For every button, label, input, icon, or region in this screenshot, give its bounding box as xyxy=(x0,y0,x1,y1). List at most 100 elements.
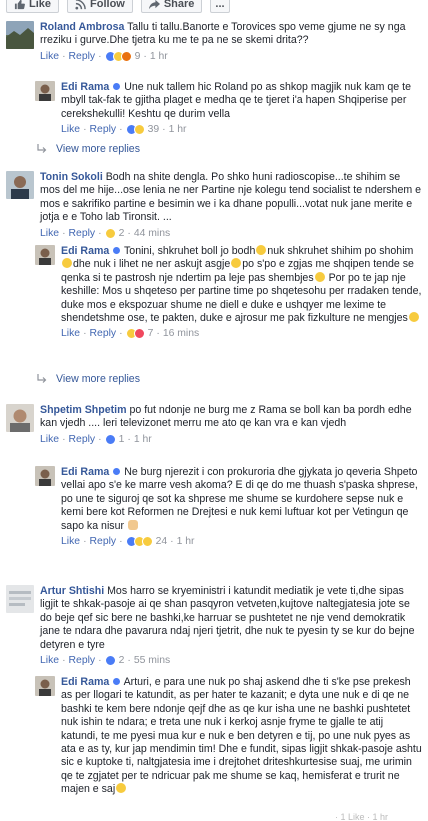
reaction-count: 1 xyxy=(118,433,125,445)
comment-text: Edi Rama Tonini, shkruhet boll jo bodh nu… xyxy=(61,245,422,325)
rss-follow-icon xyxy=(75,0,86,10)
laughing-emoji-icon xyxy=(256,245,267,255)
laughing-emoji-icon xyxy=(62,258,72,269)
laughing-emoji-icon xyxy=(408,312,419,323)
reaction-count: 24 xyxy=(155,536,168,548)
reply-arrow-icon xyxy=(37,144,47,153)
like-link[interactable]: Like xyxy=(40,433,59,446)
comment-author[interactable]: Edi Rama xyxy=(61,676,109,688)
verified-badge-icon xyxy=(112,82,122,91)
reactions[interactable] xyxy=(104,227,116,239)
comment-text: Tonin Sokoli Bodh na shite dengla. Po sh… xyxy=(40,171,422,224)
reply-link[interactable]: Reply xyxy=(90,327,117,340)
share-arrow-icon xyxy=(148,0,160,9)
reaction-count: 2 xyxy=(118,655,125,667)
reply: Edi Rama Arturi, e para une nuk po shaj … xyxy=(35,676,422,797)
avatar[interactable] xyxy=(6,21,34,49)
avatar[interactable] xyxy=(35,676,55,696)
reactions[interactable] xyxy=(125,536,153,548)
comment-author[interactable]: Roland Ambrosa xyxy=(40,21,124,33)
laughing-emoji-icon xyxy=(231,258,242,269)
reaction-count: 2 xyxy=(118,227,125,239)
avatar[interactable] xyxy=(35,245,55,265)
angry-reaction-icon xyxy=(120,50,132,62)
comment-meta: Like · Reply · 9 · 1 hr xyxy=(40,50,168,63)
view-more-replies-link[interactable]: View more replies xyxy=(36,143,140,155)
comment: Tonin Sokoli Bodh na shite dengla. Po sh… xyxy=(6,171,422,240)
like-link[interactable]: Like xyxy=(40,227,59,240)
timestamp[interactable]: 44 mins xyxy=(134,227,170,240)
reactions[interactable] xyxy=(104,433,116,445)
comment-author[interactable]: Edi Rama xyxy=(61,466,109,478)
reactions[interactable] xyxy=(104,655,116,667)
reply-link[interactable]: Reply xyxy=(69,50,96,63)
verified-badge-icon xyxy=(112,467,122,476)
more-options-button[interactable]: ... xyxy=(210,0,230,13)
timestamp[interactable]: 1 hr xyxy=(134,433,152,446)
reaction-count: 9 xyxy=(134,50,141,62)
reply: Edi Rama Tonini, shkruhet boll jo bodh nu… xyxy=(35,245,422,340)
reply-link[interactable]: Reply xyxy=(69,433,96,446)
verified-badge-icon xyxy=(112,677,122,686)
post-action-bar: Like Follow Share ... xyxy=(0,0,428,14)
comment-meta: Like · Reply · 2 · 55 mins xyxy=(40,654,171,667)
comment-text: Artur Shtishi Mos harro se kryeministri … xyxy=(40,585,415,651)
comment-meta: Like · Reply · 1 · 1 hr xyxy=(40,433,152,446)
like-link[interactable]: Like xyxy=(61,535,80,548)
reply-link[interactable]: Reply xyxy=(69,227,96,240)
victory-hand-emoji-icon xyxy=(127,519,138,530)
like-link[interactable]: Like xyxy=(61,327,80,340)
laughing-emoji-icon xyxy=(314,271,325,282)
reaction-count: 39 xyxy=(147,124,160,136)
comment: Shpetim Shpetim po fut ndonje ne burg me… xyxy=(6,404,422,446)
like-link[interactable]: Like xyxy=(40,50,59,63)
thumbs-up-icon xyxy=(14,0,25,9)
like-link[interactable]: Like xyxy=(40,654,59,667)
cut-off-meta: · 1 Like · 1 hr xyxy=(335,812,389,821)
haha-reaction-icon xyxy=(104,227,116,239)
comment-text: Edi Rama Une nuk tallem hic Roland po as… xyxy=(61,81,411,120)
avatar[interactable] xyxy=(35,81,55,101)
timestamp[interactable]: 1 hr xyxy=(177,535,195,548)
timestamp[interactable]: 55 mins xyxy=(134,654,170,667)
follow-button[interactable]: Follow xyxy=(67,0,133,13)
avatar[interactable] xyxy=(6,171,34,199)
comment-meta: Like · Reply · 2 · 44 mins xyxy=(40,227,171,240)
like-reaction-icon xyxy=(104,433,116,445)
wow-reaction-icon xyxy=(141,536,153,548)
love-reaction-icon xyxy=(133,328,145,340)
comment-text: Edi Rama Ne burg njerezit i con prokuror… xyxy=(61,466,418,532)
reactions[interactable] xyxy=(104,50,132,62)
reaction-count: 7 xyxy=(147,328,154,340)
reply-link[interactable]: Reply xyxy=(69,654,96,667)
like-reaction-icon xyxy=(104,655,116,667)
reactions[interactable] xyxy=(125,328,145,340)
comment-text: Edi Rama Arturi, e para une nuk po shaj … xyxy=(61,676,422,796)
reply-link[interactable]: Reply xyxy=(90,123,117,136)
like-page-button[interactable]: Like xyxy=(6,0,60,13)
laughing-emoji-icon xyxy=(116,783,127,794)
reply-link[interactable]: Reply xyxy=(90,535,117,548)
comment-meta: Like · Reply · 24 · 1 hr xyxy=(61,535,195,548)
comment-author[interactable]: Artur Shtishi xyxy=(40,585,104,597)
avatar[interactable] xyxy=(6,585,34,613)
comment-author[interactable]: Edi Rama xyxy=(61,81,109,93)
timestamp[interactable]: 1 hr xyxy=(169,123,187,136)
reactions[interactable] xyxy=(125,124,145,136)
comment-author[interactable]: Tonin Sokoli xyxy=(40,171,103,183)
timestamp[interactable]: 1 hr xyxy=(150,50,168,63)
haha-reaction-icon xyxy=(133,124,145,136)
avatar[interactable] xyxy=(6,404,34,432)
view-more-replies-link[interactable]: View more replies xyxy=(36,373,140,385)
comment-author[interactable]: Edi Rama xyxy=(61,245,109,257)
reply: Edi Rama Une nuk tallem hic Roland po as… xyxy=(35,81,422,136)
comment-author[interactable]: Shpetim Shpetim xyxy=(40,404,127,416)
comment-text: Roland Ambrosa Tallu ti tallu.Banorte e … xyxy=(40,21,406,47)
like-link[interactable]: Like xyxy=(61,123,80,136)
timestamp[interactable]: 16 mins xyxy=(163,327,199,340)
reply-arrow-icon xyxy=(37,374,47,383)
avatar[interactable] xyxy=(35,466,55,486)
comment-text: Shpetim Shpetim po fut ndonje ne burg me… xyxy=(40,404,412,430)
comment-meta: Like · Reply · 7 · 16 mins xyxy=(61,327,200,340)
share-button[interactable]: Share xyxy=(140,0,203,13)
